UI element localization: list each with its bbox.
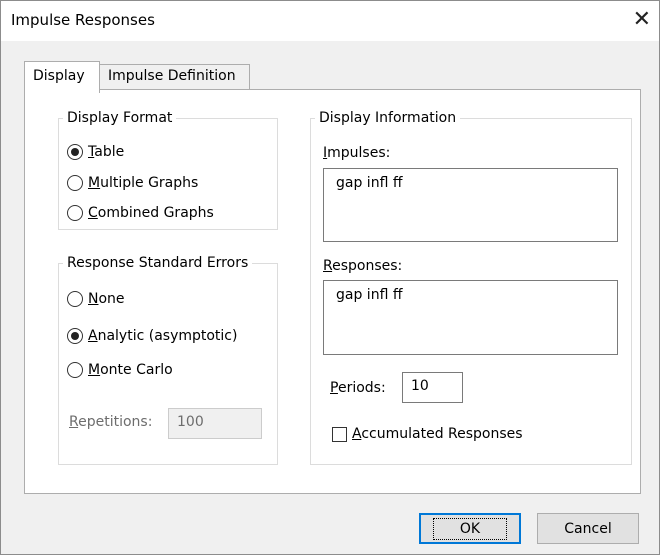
impulses-label: Impulses: [323, 145, 391, 161]
window-title: Impulse Responses [11, 11, 155, 29]
radio-monte-carlo-label: Monte Carlo [88, 362, 173, 378]
repetitions-label: Repetitions: [69, 414, 153, 430]
impulse-responses-dialog: Impulse Responses ✕ Display Impulse Defi… [0, 0, 660, 555]
radio-analytic-indicator [67, 328, 83, 344]
responses-label: Responses: [323, 258, 403, 274]
periods-input[interactable]: 10 [402, 372, 463, 403]
radio-monte-carlo-indicator [67, 362, 83, 378]
radio-analytic[interactable]: Analytic (asymptotic) [67, 328, 237, 344]
title-bar: Impulse Responses ✕ [1, 1, 659, 41]
repetitions-input[interactable]: 100 [168, 408, 262, 439]
close-icon[interactable]: ✕ [633, 6, 651, 34]
radio-combined-graphs-indicator [67, 205, 83, 221]
display-information-legend: Display Information [319, 110, 457, 126]
ok-button[interactable]: OK [419, 513, 521, 544]
radio-combined-graphs[interactable]: Combined Graphs [67, 205, 214, 221]
radio-table[interactable]: Table [67, 144, 124, 160]
tab-display-label: Display [33, 68, 85, 84]
ok-button-label: OK [432, 517, 508, 540]
standard-errors-legend: Response Standard Errors [67, 255, 249, 271]
accumulated-responses-label: Accumulated Responses [352, 426, 523, 442]
accumulated-responses-box [332, 426, 347, 442]
display-format-legend: Display Format [67, 110, 173, 126]
accumulated-responses-checkbox[interactable]: Accumulated Responses [332, 426, 523, 442]
tab-display[interactable]: Display [24, 61, 100, 93]
radio-multiple-graphs-label: Multiple Graphs [88, 175, 199, 191]
responses-textarea[interactable]: gap infl ff [323, 280, 618, 355]
radio-multiple-graphs-indicator [67, 175, 83, 191]
radio-monte-carlo[interactable]: Monte Carlo [67, 362, 173, 378]
radio-table-label: Table [88, 144, 125, 160]
radio-none-indicator [67, 291, 83, 307]
periods-label: Periods: [330, 380, 386, 396]
radio-combined-graphs-label: Combined Graphs [88, 205, 214, 221]
radio-none-label: None [88, 291, 125, 307]
radio-analytic-label: Analytic (asymptotic) [88, 328, 238, 344]
cancel-button[interactable]: Cancel [537, 513, 639, 544]
radio-multiple-graphs[interactable]: Multiple Graphs [67, 175, 198, 191]
radio-none[interactable]: None [67, 291, 125, 307]
cancel-button-label: Cancel [564, 520, 612, 537]
display-tab-panel: Display Format Table Multiple Graphs Com… [24, 89, 641, 494]
impulses-textarea[interactable]: gap infl ff [323, 168, 618, 242]
tab-impulse-definition[interactable]: Impulse Definition [100, 64, 250, 90]
tab-impulse-definition-label: Impulse Definition [108, 68, 236, 84]
radio-table-indicator [67, 144, 83, 160]
